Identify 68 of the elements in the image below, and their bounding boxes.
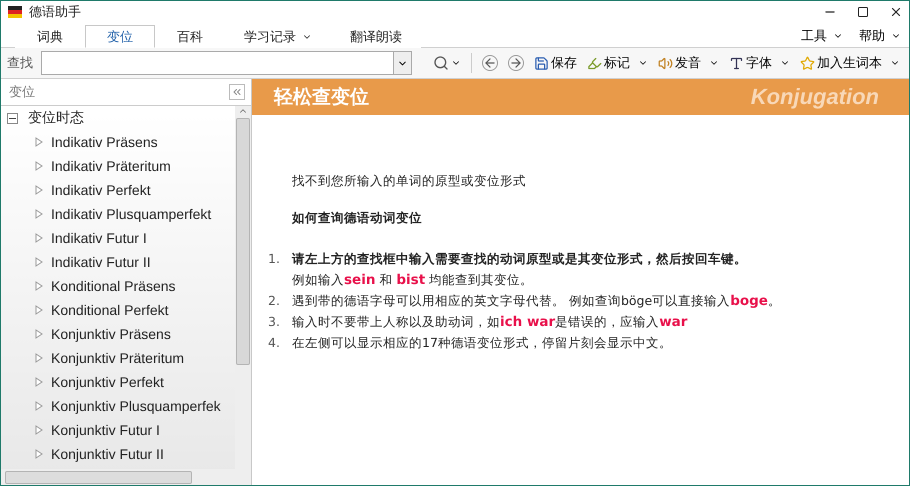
search-field[interactable] xyxy=(41,51,412,75)
tree-item[interactable]: Indikativ Futur II xyxy=(51,254,151,270)
expand-arrow-icon[interactable] xyxy=(35,233,43,243)
tree-item[interactable]: Indikativ Präteritum xyxy=(51,158,171,174)
tree-item[interactable]: Indikativ Plusquamperfekt xyxy=(51,206,212,222)
expand-arrow-icon[interactable] xyxy=(35,329,43,339)
toolbar-button[interactable]: 加入生词本 xyxy=(797,51,903,75)
menu-button[interactable]: 帮助 xyxy=(851,24,909,47)
expand-arrow-icon[interactable] xyxy=(35,377,43,387)
expand-arrow-icon[interactable] xyxy=(35,305,43,315)
star-icon xyxy=(800,56,815,70)
step-number: 4. xyxy=(268,335,281,352)
collapse-button[interactable] xyxy=(229,84,245,100)
expand-arrow-icon[interactable] xyxy=(35,137,43,147)
expand-arrow-icon[interactable] xyxy=(35,449,43,459)
toolbar-button[interactable]: 字体 xyxy=(726,51,793,75)
banner-subtitle: Konjugation xyxy=(750,84,879,110)
expand-arrow-icon[interactable] xyxy=(35,161,43,171)
tree-item[interactable]: Konditional Perfekt xyxy=(51,302,169,318)
menu-button[interactable]: 工具 xyxy=(793,24,851,47)
letter-icon xyxy=(729,56,744,70)
vertical-scrollbar[interactable] xyxy=(235,106,251,469)
toolbar-button[interactable]: 保存 xyxy=(531,51,580,75)
tree-item[interactable]: Konjunktiv Präsens xyxy=(51,326,171,342)
window-title: 德语助手 xyxy=(29,4,82,21)
app-logo-icon xyxy=(7,4,23,20)
expand-arrow-icon[interactable] xyxy=(35,281,43,291)
tree-item[interactable]: Konjunktiv Futur II xyxy=(51,446,164,462)
expand-arrow-icon[interactable] xyxy=(35,257,43,267)
tree-toggle[interactable] xyxy=(7,112,18,124)
tree-item[interactable]: Konditional Präsens xyxy=(51,278,176,294)
tree-item[interactable]: Konjunktiv Plusquamperfek xyxy=(51,398,221,414)
tree-item[interactable]: 变位时态 xyxy=(28,109,84,127)
panel-title: 变位 xyxy=(9,84,35,101)
tab[interactable]: 变位 xyxy=(85,25,155,48)
horizontal-scrollbar[interactable] xyxy=(1,469,251,485)
expand-arrow-icon[interactable] xyxy=(35,353,43,363)
search-label: 查找 xyxy=(7,55,33,72)
toolbar-button[interactable]: 标记 xyxy=(584,51,651,75)
dropdown-button[interactable] xyxy=(393,52,412,74)
step-number: 3. xyxy=(268,314,281,331)
search-icon xyxy=(433,55,450,71)
help-heading: 如何查询德语动词变位 xyxy=(292,210,423,227)
speaker-icon xyxy=(658,56,673,70)
expand-arrow-icon[interactable] xyxy=(35,185,43,195)
step-text: 请左上方的查找框中输入需要查找的动词原型或是其变位形式，然后按回车键。 xyxy=(292,251,747,268)
expand-arrow-icon[interactable] xyxy=(35,209,43,219)
step-text: 例如输入sein 和 bist 均能查到其变位。 xyxy=(292,272,534,289)
expand-arrow-icon[interactable] xyxy=(35,425,43,435)
step-text: 遇到带的德语字母可以用相应的英文字母代替。 例如查询böge可以直接输入boge。 xyxy=(292,293,781,310)
step-text: 在左侧可以显示相应的17种德语变位形式，停留片刻会显示中文。 xyxy=(292,335,672,352)
maximize-icon[interactable] xyxy=(857,6,869,18)
tree-item[interactable]: Konjunktiv Futur I xyxy=(51,422,160,438)
banner-title: 轻松查变位 xyxy=(274,85,369,110)
tree-item[interactable]: Indikativ Perfekt xyxy=(51,182,151,198)
tree-item[interactable]: Indikativ Präsens xyxy=(51,134,158,150)
highlighter-icon xyxy=(587,56,602,70)
toolbar-button[interactable]: 发音 xyxy=(655,51,722,75)
tree-item[interactable]: Indikativ Futur I xyxy=(51,230,147,246)
step-text: 输入时不要带上人称以及助动词，如ich war是错误的，应输入war xyxy=(292,314,688,331)
expand-arrow-icon[interactable] xyxy=(35,401,43,411)
step-number: 2. xyxy=(268,293,281,310)
step-number: 1. xyxy=(268,251,281,268)
close-icon[interactable] xyxy=(889,5,903,19)
tree-item[interactable]: Konjunktiv Perfekt xyxy=(51,374,164,390)
message-text: 找不到您所输入的单词的原型或变位形式 xyxy=(292,173,527,190)
double-chevron-icon xyxy=(231,86,243,98)
tree-item[interactable]: Konjunktiv Präteritum xyxy=(51,350,184,366)
